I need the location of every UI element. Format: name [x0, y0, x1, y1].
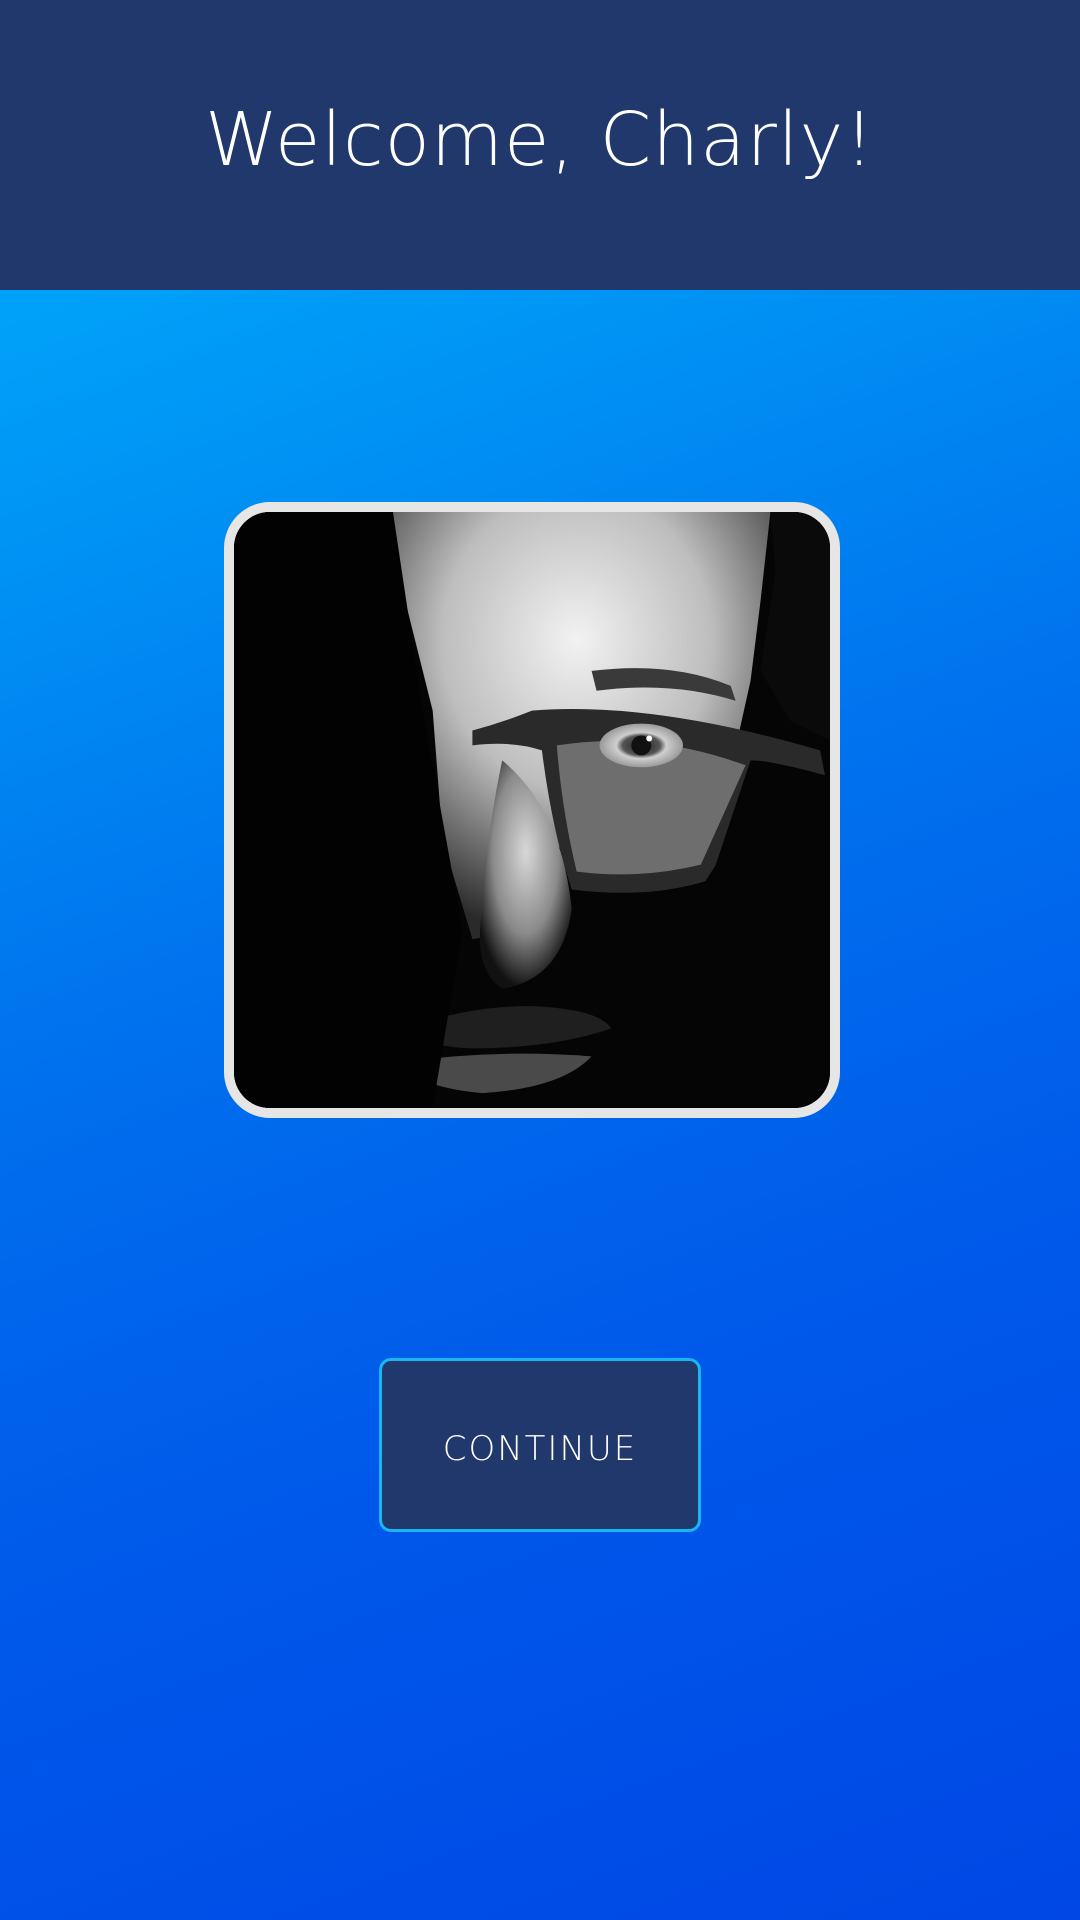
profile-avatar: [224, 502, 840, 1118]
continue-label: CONTINUE: [442, 1429, 638, 1469]
continue-button[interactable]: CONTINUE: [379, 1358, 701, 1532]
avatar-photo: [234, 512, 830, 1108]
welcome-screen: Welcome, Charly! CONTINUE: [0, 0, 1080, 1920]
header-bar: Welcome, Charly!: [0, 0, 1080, 290]
welcome-title: Welcome, Charly!: [205, 97, 875, 183]
